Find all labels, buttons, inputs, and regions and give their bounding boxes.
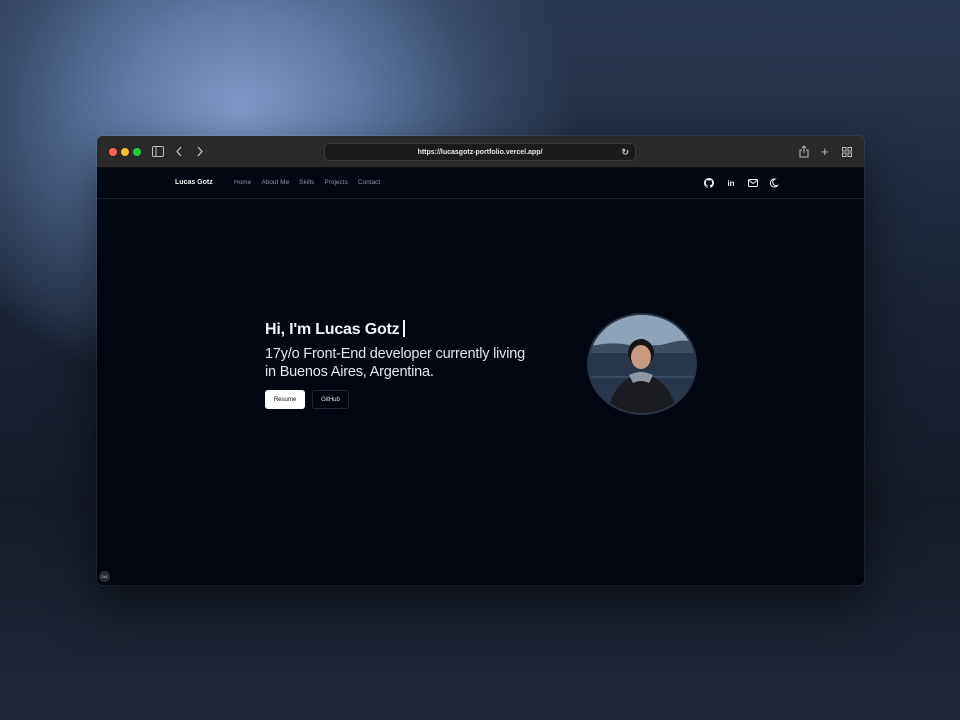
mail-icon[interactable] bbox=[747, 177, 759, 189]
share-icon[interactable] bbox=[799, 145, 809, 161]
reload-icon[interactable]: ↻ bbox=[621, 147, 629, 158]
browser-window: https://lucasgotz-portfolio.vercel.app/ … bbox=[97, 136, 864, 585]
nav-projects[interactable]: Projects bbox=[324, 179, 347, 186]
webpage: Lucas Gotz Home About Me Skills Projects… bbox=[97, 168, 864, 585]
nav-skills[interactable]: Skills bbox=[299, 179, 314, 186]
github-icon[interactable] bbox=[703, 177, 715, 189]
maximize-window-button[interactable] bbox=[133, 148, 141, 156]
forward-icon[interactable] bbox=[196, 146, 204, 160]
new-tab-icon[interactable]: + bbox=[821, 145, 829, 158]
back-icon[interactable] bbox=[175, 146, 183, 160]
resume-button[interactable]: Resume bbox=[265, 390, 305, 409]
url-text: https://lucasgotz-portfolio.vercel.app/ bbox=[417, 148, 543, 156]
site-navbar: Lucas Gotz Home About Me Skills Projects… bbox=[97, 168, 864, 199]
typing-caret bbox=[403, 320, 406, 337]
close-window-button[interactable] bbox=[109, 148, 117, 156]
github-button[interactable]: GitHub bbox=[312, 390, 349, 409]
moon-icon[interactable] bbox=[769, 177, 781, 189]
minimize-window-button[interactable] bbox=[121, 148, 129, 156]
nav-links: Home About Me Skills Projects Contact bbox=[234, 179, 380, 186]
hero-title: Hi, I'm Lucas Gotz bbox=[265, 320, 406, 339]
nav-contact[interactable]: Contact bbox=[358, 179, 380, 186]
site-brand[interactable]: Lucas Gotz bbox=[175, 179, 213, 186]
nav-home[interactable]: Home bbox=[234, 179, 251, 186]
corner-badge[interactable]: 2x1 bbox=[99, 571, 110, 582]
linkedin-icon[interactable]: in bbox=[725, 177, 737, 189]
social-links: in bbox=[703, 177, 781, 189]
profile-photo bbox=[587, 313, 697, 415]
sidebar-toggle-icon[interactable] bbox=[152, 146, 164, 160]
browser-toolbar: https://lucasgotz-portfolio.vercel.app/ … bbox=[97, 136, 864, 168]
tab-overview-icon[interactable] bbox=[842, 147, 852, 160]
address-bar[interactable]: https://lucasgotz-portfolio.vercel.app/ … bbox=[324, 143, 636, 161]
hero-subtitle: 17y/o Front-End developer currently livi… bbox=[265, 346, 525, 380]
nav-about-me[interactable]: About Me bbox=[261, 179, 289, 186]
